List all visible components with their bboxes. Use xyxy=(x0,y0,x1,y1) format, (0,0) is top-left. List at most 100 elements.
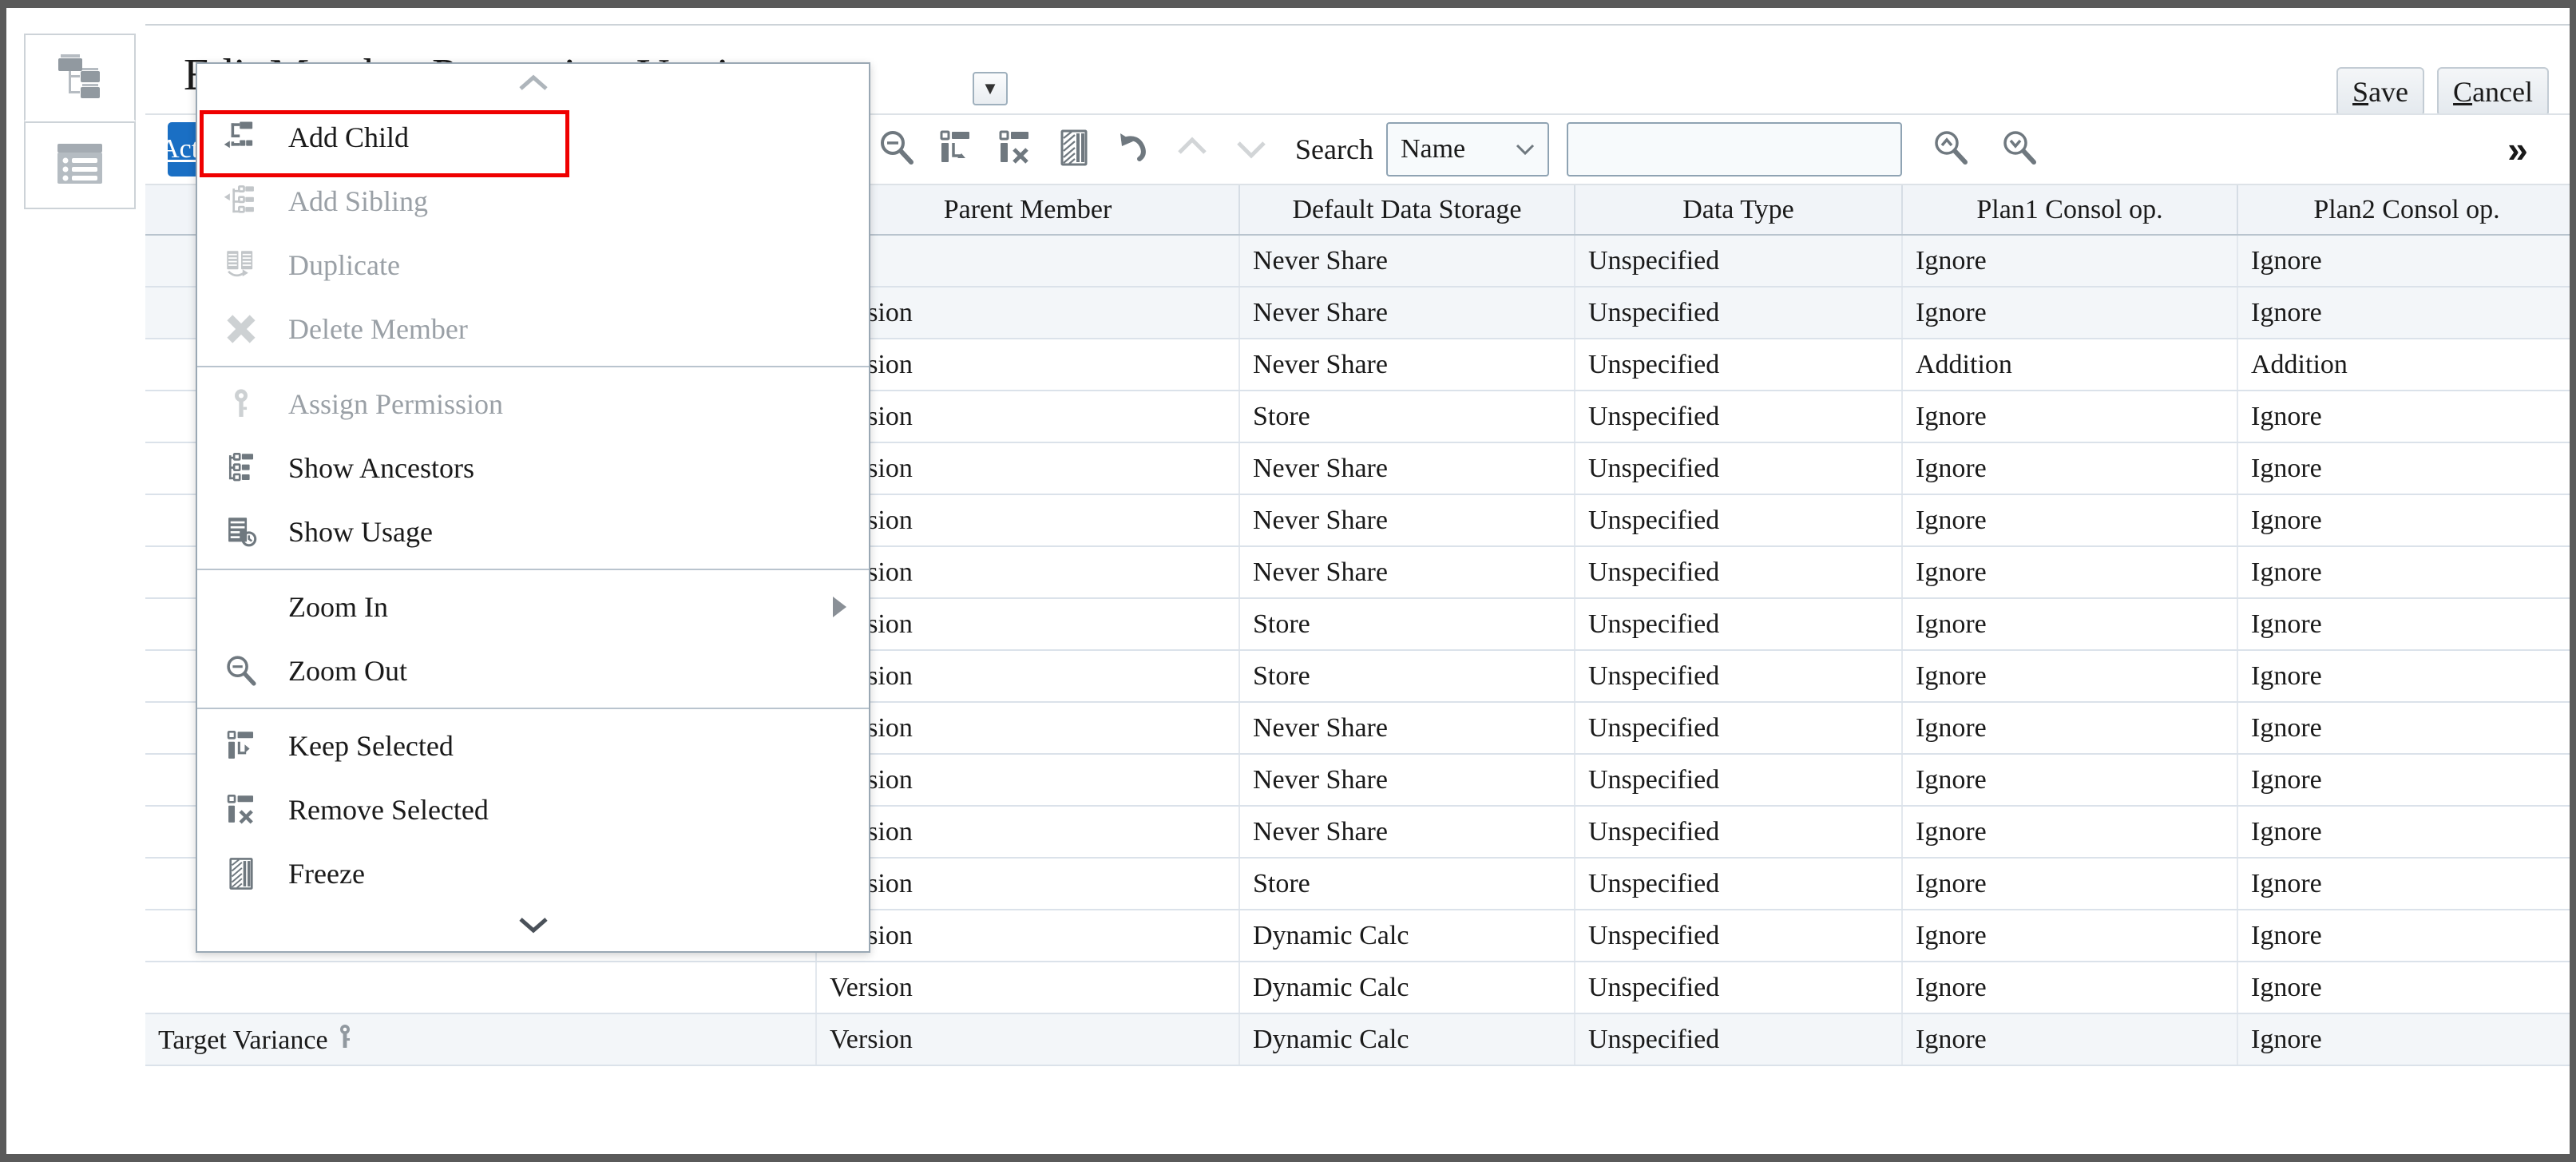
toolbar-move-down-button[interactable] xyxy=(1222,120,1281,179)
parent-member-cell[interactable]: Version xyxy=(816,339,1239,391)
menu-item-show-ancestors[interactable]: Show Ancestors xyxy=(197,436,869,500)
default-data-storage-cell[interactable]: Never Share xyxy=(1239,235,1575,287)
plan2-consol-op-cell[interactable]: Ignore xyxy=(2237,598,2570,650)
plan2-consol-op-cell[interactable]: Ignore xyxy=(2237,1013,2570,1065)
plan2-consol-op-cell[interactable]: Ignore xyxy=(2237,442,2570,494)
data-type-cell[interactable]: Unspecified xyxy=(1575,962,1902,1013)
default-data-storage-cell[interactable]: Never Share xyxy=(1239,494,1575,546)
toolbar-move-up-button[interactable] xyxy=(1163,120,1222,179)
rail-tab-list[interactable] xyxy=(24,121,136,209)
plan1-consol-op-cell[interactable]: Ignore xyxy=(1902,391,2237,442)
plan2-consol-op-cell[interactable]: Ignore xyxy=(2237,235,2570,287)
menu-item-freeze[interactable]: Freeze xyxy=(197,842,869,906)
plan2-consol-op-cell[interactable]: Ignore xyxy=(2237,391,2570,442)
plan1-consol-op-cell[interactable]: Ignore xyxy=(1902,650,2237,702)
plan2-consol-op-cell[interactable]: Ignore xyxy=(2237,910,2570,962)
cancel-button[interactable]: Cancel xyxy=(2437,67,2549,117)
parent-member-cell[interactable]: Version xyxy=(816,754,1239,806)
default-data-storage-cell[interactable]: Never Share xyxy=(1239,287,1575,339)
parent-member-cell[interactable]: Version xyxy=(816,806,1239,858)
menu-item-zoom-in[interactable]: Zoom In xyxy=(197,575,869,639)
data-type-cell[interactable]: Unspecified xyxy=(1575,1013,1902,1065)
member-name-cell[interactable]: Target Variance xyxy=(145,1013,816,1065)
menu-item-zoom-out[interactable]: Zoom Out xyxy=(197,639,869,703)
default-data-storage-cell[interactable]: Store xyxy=(1239,598,1575,650)
plan1-consol-op-cell[interactable]: Ignore xyxy=(1902,754,2237,806)
toolbar-overflow-button[interactable]: » xyxy=(2490,121,2546,177)
default-data-storage-cell[interactable]: Store xyxy=(1239,650,1575,702)
default-data-storage-cell[interactable]: Never Share xyxy=(1239,806,1575,858)
parent-member-cell[interactable]: Version xyxy=(816,1013,1239,1065)
default-data-storage-cell[interactable]: Never Share xyxy=(1239,442,1575,494)
parent-member-cell[interactable]: Version xyxy=(816,702,1239,754)
plan1-consol-op-cell[interactable]: Ignore xyxy=(1902,598,2237,650)
member-name-cell[interactable] xyxy=(145,962,816,1013)
plan2-consol-op-cell[interactable]: Ignore xyxy=(2237,962,2570,1013)
plan2-consol-op-cell[interactable]: Addition xyxy=(2237,339,2570,391)
plan1-consol-op-cell[interactable]: Ignore xyxy=(1902,702,2237,754)
plan1-consol-op-cell[interactable]: Ignore xyxy=(1902,962,2237,1013)
plan1-consol-op-cell[interactable]: Ignore xyxy=(1902,1013,2237,1065)
menu-item-add-child[interactable]: Add Child xyxy=(197,105,869,169)
table-row[interactable]: VersionDynamic CalcUnspecifiedIgnoreIgno… xyxy=(145,962,2570,1013)
data-type-cell[interactable]: Unspecified xyxy=(1575,598,1902,650)
default-data-storage-cell[interactable]: Never Share xyxy=(1239,339,1575,391)
search-previous-button[interactable] xyxy=(1921,120,1980,179)
default-data-storage-cell[interactable]: Dynamic Calc xyxy=(1239,910,1575,962)
menu-item-remove-selected[interactable]: Remove Selected xyxy=(197,778,869,842)
parent-member-cell[interactable]: Version xyxy=(816,650,1239,702)
data-type-cell[interactable]: Unspecified xyxy=(1575,494,1902,546)
menu-scroll-up-button[interactable] xyxy=(197,64,869,105)
data-type-cell[interactable]: Unspecified xyxy=(1575,702,1902,754)
data-type-cell[interactable]: Unspecified xyxy=(1575,858,1902,910)
parent-member-cell[interactable]: Version xyxy=(816,391,1239,442)
data-type-cell[interactable]: Unspecified xyxy=(1575,339,1902,391)
toolbar-zoom-out-button[interactable] xyxy=(867,120,926,179)
menu-scroll-down-button[interactable] xyxy=(197,906,869,947)
menu-item-keep-selected[interactable]: Keep Selected xyxy=(197,714,869,778)
menu-item-show-usage[interactable]: Show Usage xyxy=(197,500,869,564)
toolbar-undo-button[interactable] xyxy=(1104,120,1163,179)
search-field-select[interactable]: Name xyxy=(1386,122,1549,176)
data-type-cell[interactable]: Unspecified xyxy=(1575,910,1902,962)
plan1-consol-op-cell[interactable]: Ignore xyxy=(1902,235,2237,287)
plan2-consol-op-cell[interactable]: Ignore xyxy=(2237,806,2570,858)
plan1-consol-op-cell[interactable]: Ignore xyxy=(1902,494,2237,546)
col-header-plan2-consol-op[interactable]: Plan2 Consol op. xyxy=(2237,185,2570,235)
search-next-button[interactable] xyxy=(1990,120,2049,179)
col-header-default-data-storage[interactable]: Default Data Storage xyxy=(1239,185,1575,235)
default-data-storage-cell[interactable]: Never Share xyxy=(1239,702,1575,754)
save-button[interactable]: Save xyxy=(2336,67,2424,117)
parent-member-cell[interactable]: Version xyxy=(816,546,1239,598)
parent-member-cell[interactable] xyxy=(816,235,1239,287)
default-data-storage-cell[interactable]: Dynamic Calc xyxy=(1239,962,1575,1013)
table-row[interactable]: Target VarianceVersionDynamic CalcUnspec… xyxy=(145,1013,2570,1065)
data-type-cell[interactable]: Unspecified xyxy=(1575,806,1902,858)
data-type-cell[interactable]: Unspecified xyxy=(1575,235,1902,287)
plan1-consol-op-cell[interactable]: Ignore xyxy=(1902,442,2237,494)
plan2-consol-op-cell[interactable]: Ignore xyxy=(2237,494,2570,546)
default-data-storage-cell[interactable]: Store xyxy=(1239,858,1575,910)
default-data-storage-cell[interactable]: Store xyxy=(1239,391,1575,442)
toolbar-freeze-button[interactable] xyxy=(1044,120,1104,179)
parent-member-cell[interactable]: Version xyxy=(816,287,1239,339)
search-input[interactable] xyxy=(1567,122,1902,176)
plan2-consol-op-cell[interactable]: Ignore xyxy=(2237,546,2570,598)
actions-dropdown-menu[interactable]: Add ChildAdd SiblingDuplicateDelete Memb… xyxy=(196,62,870,953)
plan1-consol-op-cell[interactable]: Ignore xyxy=(1902,858,2237,910)
plan2-consol-op-cell[interactable]: Ignore xyxy=(2237,858,2570,910)
data-type-cell[interactable]: Unspecified xyxy=(1575,754,1902,806)
plan1-consol-op-cell[interactable]: Ignore xyxy=(1902,287,2237,339)
col-header-parent-member[interactable]: Parent Member xyxy=(816,185,1239,235)
title-dropdown-button[interactable]: ▼ xyxy=(973,72,1008,105)
plan2-consol-op-cell[interactable]: Ignore xyxy=(2237,650,2570,702)
data-type-cell[interactable]: Unspecified xyxy=(1575,546,1902,598)
plan1-consol-op-cell[interactable]: Ignore xyxy=(1902,806,2237,858)
col-header-data-type[interactable]: Data Type xyxy=(1575,185,1902,235)
default-data-storage-cell[interactable]: Never Share xyxy=(1239,754,1575,806)
plan1-consol-op-cell[interactable]: Addition xyxy=(1902,339,2237,391)
parent-member-cell[interactable]: Version xyxy=(816,494,1239,546)
default-data-storage-cell[interactable]: Dynamic Calc xyxy=(1239,1013,1575,1065)
parent-member-cell[interactable]: Version xyxy=(816,910,1239,962)
plan2-consol-op-cell[interactable]: Ignore xyxy=(2237,754,2570,806)
